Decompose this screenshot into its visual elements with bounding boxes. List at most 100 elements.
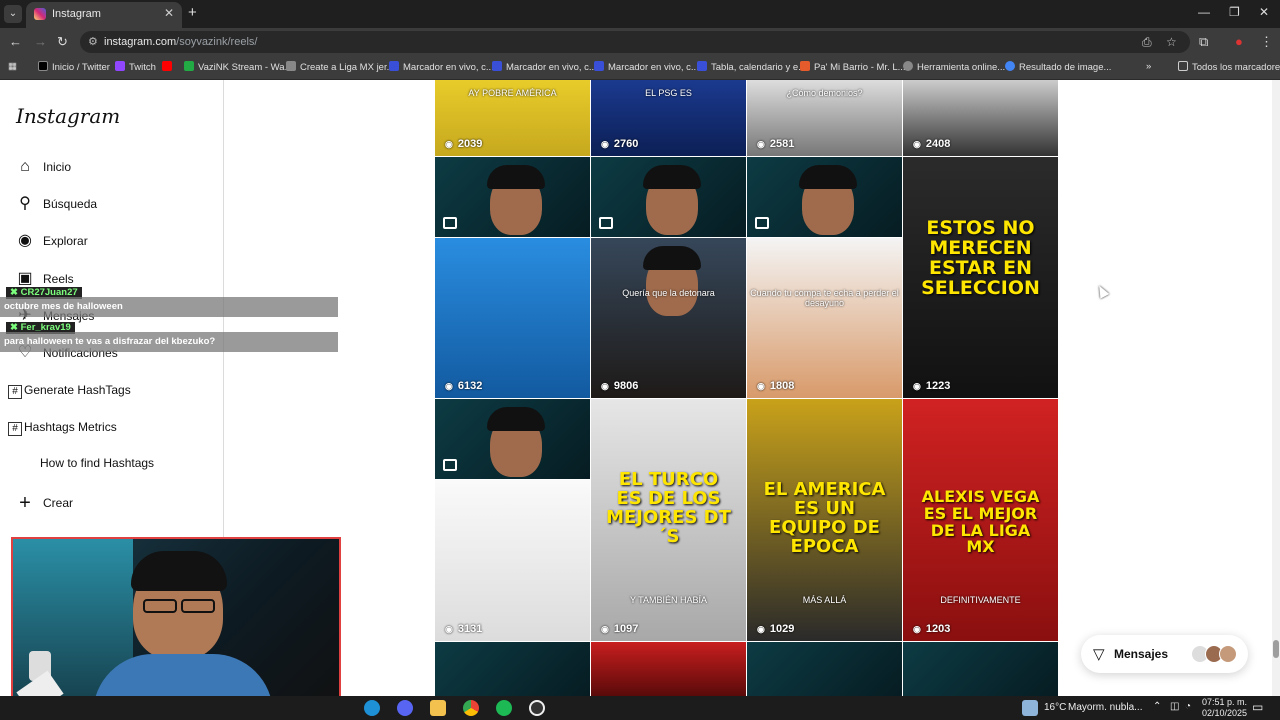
- browser-tab[interactable]: Instagram ✕: [26, 2, 182, 28]
- eye-icon: ◉: [601, 624, 609, 634]
- reload-icon[interactable]: ↻: [57, 34, 68, 50]
- bookmark-item[interactable]: Marcador en vivo, c...: [389, 61, 494, 73]
- bookmark-item[interactable]: VaziNK Stream - Wa...: [184, 61, 293, 73]
- bookmark-item[interactable]: Create a Liga MX jer...: [286, 61, 395, 73]
- file-explorer-icon[interactable]: [430, 700, 446, 716]
- bookmark-star-icon[interactable]: ☆: [1166, 35, 1177, 49]
- page-scrollbar[interactable]: [1272, 80, 1280, 696]
- reel-view-count: ◉ 6132: [445, 380, 482, 392]
- reel-tile[interactable]: [747, 157, 902, 237]
- extensions-icon[interactable]: ⧉: [1199, 34, 1208, 50]
- generate-hashtags-button[interactable]: # Generate HashTags: [8, 383, 131, 403]
- reel-tile[interactable]: ◉ 2408: [903, 80, 1058, 156]
- close-window-button[interactable]: ✕: [1259, 5, 1269, 19]
- site-info-icon[interactable]: ⚙: [88, 35, 98, 48]
- spotify-icon[interactable]: [496, 700, 512, 716]
- reel-headline: ESTOS NO MERECEN ESTAR EN SELECCION: [921, 217, 1040, 299]
- weather-icon: [1022, 700, 1038, 716]
- reel-tile[interactable]: AY POBRE AMÉRICA ◉ 2039: [435, 80, 590, 156]
- reel-tile[interactable]: [591, 642, 746, 696]
- bookmark-item[interactable]: Pa' Mi Barrio - Mr. L...: [800, 61, 906, 73]
- browser-nav-bar: ← → ↻ ⚙ instagram.com/soyvazink/reels/ ⎙…: [0, 28, 1280, 56]
- reel-tile[interactable]: ALEXIS VEGA ES EL MEJOR DE LA LIGA MX DEF…: [903, 399, 1058, 641]
- reel-tile[interactable]: EL PSG ES ◉ 2760: [591, 80, 746, 156]
- sidebar-item-label: Búsqueda: [43, 197, 98, 211]
- how-to-find-hashtags-link[interactable]: How to find Hashtags: [40, 456, 154, 476]
- clock-date[interactable]: 02/10/2025: [1202, 708, 1247, 718]
- tab-search-button[interactable]: ⌄: [4, 5, 22, 23]
- weather-desc[interactable]: Mayorm. nubla...: [1068, 702, 1142, 713]
- forward-icon[interactable]: →: [34, 34, 47, 49]
- bookmark-item[interactable]: Inicio / Twitter: [38, 61, 110, 73]
- scroll-thumb[interactable]: [1273, 640, 1279, 658]
- sidebar-item-busqueda[interactable]: ⚲ Búsqueda: [16, 193, 216, 217]
- weather-temp[interactable]: 16°C: [1044, 702, 1066, 713]
- reel-icon: [755, 217, 769, 229]
- bookmark-item[interactable]: Marcador en vivo, c...: [492, 61, 597, 73]
- edge-icon[interactable]: [364, 700, 380, 716]
- discord-icon[interactable]: [397, 700, 413, 716]
- hashtags-metrics-button[interactable]: # Hashtags Metrics: [8, 420, 117, 440]
- obs-icon[interactable]: [529, 700, 545, 716]
- bookmark-item[interactable]: [162, 61, 176, 73]
- chrome-icon[interactable]: [463, 700, 479, 716]
- restore-button[interactable]: ❐: [1229, 5, 1240, 19]
- reel-tile[interactable]: Quería que la detonara ◉ 9806: [591, 238, 746, 398]
- more-bookmarks-icon[interactable]: »: [1146, 61, 1151, 72]
- reel-view-count: ◉ 2760: [601, 138, 638, 150]
- messages-floating-button[interactable]: ▽ Mensajes: [1081, 635, 1248, 673]
- reel-tile[interactable]: [435, 642, 590, 696]
- back-icon[interactable]: ←: [9, 34, 22, 49]
- reel-tile[interactable]: [435, 157, 590, 237]
- instagram-logo[interactable]: Instagram: [16, 104, 120, 128]
- reel-tile[interactable]: [591, 157, 746, 237]
- bookmark-item[interactable]: Twitch: [115, 61, 156, 73]
- reel-headline: ALEXIS VEGA ES EL MEJOR DE LA LIGA MX: [921, 487, 1040, 557]
- reel-tile[interactable]: ◉ 3131: [435, 480, 590, 641]
- view-count-number: 1223: [925, 380, 951, 392]
- reel-tile[interactable]: ESTOS NO MERECEN ESTAR EN SELECCION ◉ 1223: [903, 157, 1058, 398]
- reel-tile[interactable]: [747, 642, 902, 696]
- bookmark-item[interactable]: Herramienta online...: [903, 61, 1005, 73]
- messenger-icon: ▽: [1093, 646, 1105, 663]
- reel-tile[interactable]: EL AMERICA ES UN EQUIPO DE EPOCA MÁS ALLÁ…: [747, 399, 902, 641]
- notifications-icon[interactable]: ▭: [1252, 700, 1263, 714]
- menu-icon[interactable]: ⋮: [1260, 34, 1273, 50]
- reel-view-count: ◉ 2581: [757, 138, 794, 150]
- eye-icon: ◉: [757, 624, 765, 634]
- reel-tile[interactable]: EL TURCO ES DE LOS MEJORES DT´S Y TAMBIÉN…: [591, 399, 746, 641]
- close-tab-icon[interactable]: ✕: [164, 6, 174, 20]
- clock-time[interactable]: 07:51 p. m.: [1202, 697, 1247, 707]
- sidebar-item-explorar[interactable]: ◉ Explorar: [16, 230, 216, 254]
- eye-icon: ◉: [757, 139, 765, 149]
- reel-tile[interactable]: [903, 642, 1058, 696]
- network-icon[interactable]: ◫: [1170, 701, 1179, 712]
- bookmark-item[interactable]: Resultado de image...: [1005, 61, 1111, 73]
- thumbnail-hair: [643, 165, 701, 189]
- bookmark-item[interactable]: Tabla, calendario y e...: [697, 61, 806, 73]
- reel-icon: [443, 217, 457, 229]
- minimize-button[interactable]: —: [1198, 5, 1210, 19]
- compass-icon: ◉: [18, 232, 32, 249]
- volume-icon[interactable]: ◔: [1185, 701, 1191, 712]
- reel-caption: Y TAMBIÉN HABÍA: [629, 595, 708, 605]
- all-bookmarks-folder[interactable]: Todos los marcadores: [1178, 61, 1280, 73]
- address-bar[interactable]: ⚙ instagram.com/soyvazink/reels/ ⎙ ☆: [80, 31, 1190, 53]
- profile-icon[interactable]: ●: [1235, 34, 1243, 49]
- bookmark-item[interactable]: Marcador en vivo, c...: [594, 61, 699, 73]
- chat-message: para halloween te vas a disfrazar del kb…: [0, 332, 338, 352]
- sidebar-item-inicio[interactable]: ⌂ Inicio: [16, 156, 216, 180]
- view-count-number: 6132: [457, 380, 483, 392]
- new-tab-button[interactable]: +: [188, 4, 197, 21]
- reel-tile[interactable]: ◉ 6132: [435, 238, 590, 398]
- install-app-icon[interactable]: ⎙: [1142, 35, 1152, 50]
- reel-caption: ¿Cómo demonios?: [786, 88, 863, 98]
- tray-chevron-icon[interactable]: ⌃: [1153, 701, 1161, 712]
- apps-icon[interactable]: ▦: [8, 61, 17, 72]
- sidebar-item-label: Reels: [43, 272, 74, 286]
- reel-tile[interactable]: Cuando tu compa te echa a perder el desa…: [747, 238, 902, 398]
- thumbnail-hair: [487, 407, 545, 431]
- sidebar-item-crear[interactable]: + Crear: [16, 492, 216, 516]
- reel-tile[interactable]: ¿Cómo demonios? ◉ 2581: [747, 80, 902, 156]
- reel-tile[interactable]: [435, 399, 590, 479]
